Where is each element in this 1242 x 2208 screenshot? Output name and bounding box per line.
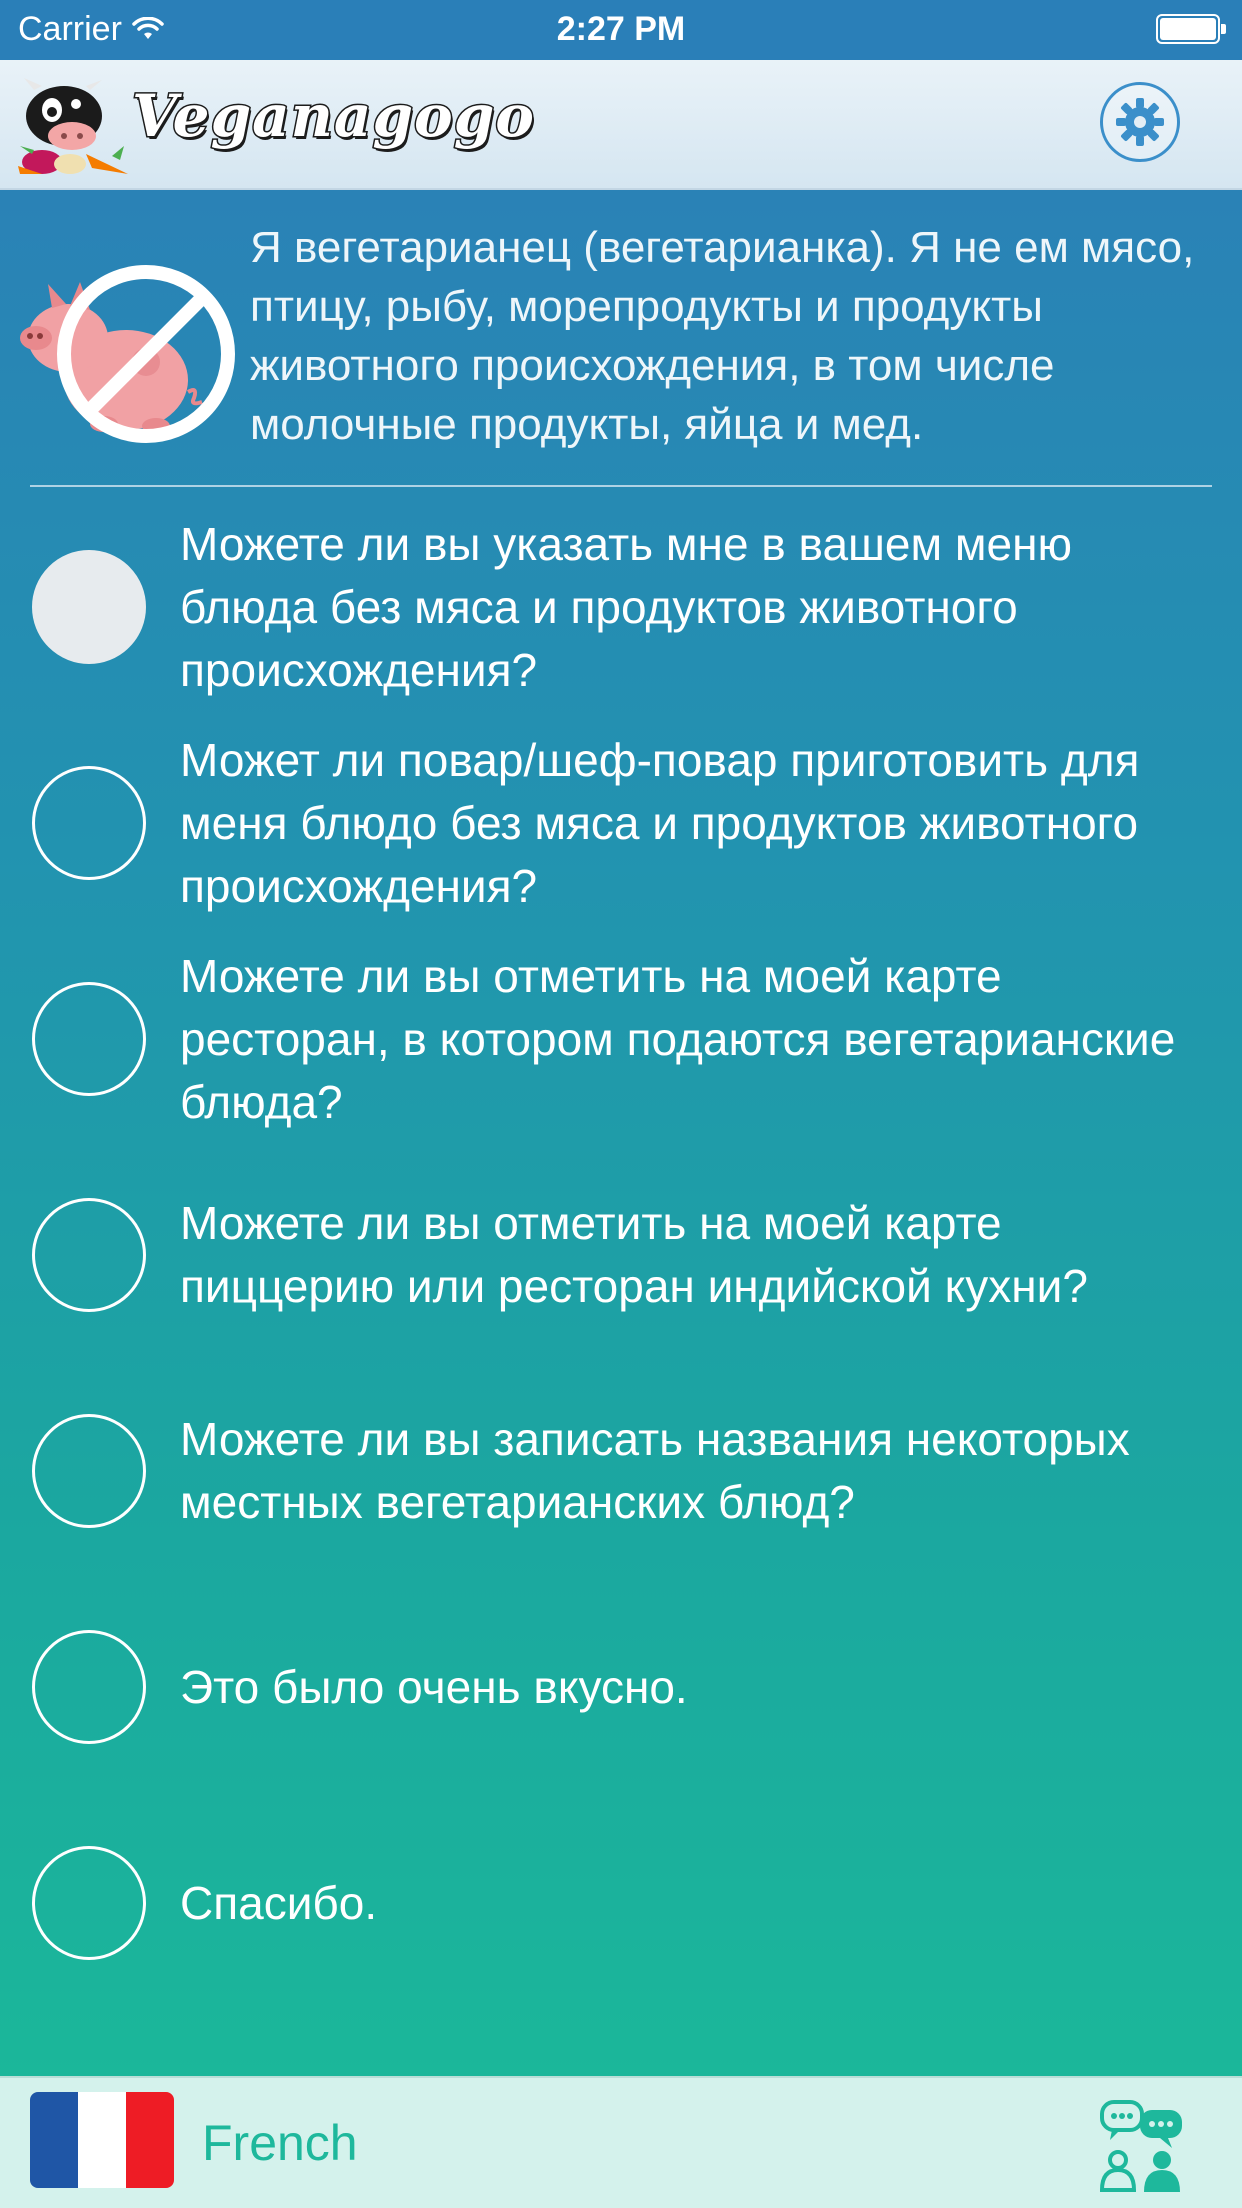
- phrase-text: Можете ли вы записать названия некоторых…: [180, 1413, 1130, 1528]
- conversation-icon[interactable]: [1096, 2098, 1188, 2194]
- app-name-logo: Veganagogo: [131, 81, 536, 152]
- bottom-bar: French: [0, 2076, 1242, 2208]
- phrase-item-4[interactable]: Можете ли вы отметить на моей карте пицц…: [0, 1140, 1242, 1356]
- intro-section: Я вегетарианец (вегетарианка). Я не ем м…: [0, 190, 1242, 487]
- cow-logo-icon: [18, 78, 128, 174]
- phrase-radio[interactable]: [32, 766, 146, 880]
- gear-icon: [1116, 98, 1164, 146]
- phrase-radio[interactable]: [32, 1414, 146, 1528]
- phrase-item-7[interactable]: Спасибо.: [0, 1788, 1242, 2004]
- intro-statement: Я вегетарианец (вегетарианка). Я не ем м…: [250, 223, 1195, 449]
- phrase-text: Можете ли вы указать мне в вашем меню бл…: [180, 517, 1073, 696]
- phrase-radio[interactable]: [32, 1630, 146, 1744]
- phrase-list-screen: Я вегетарианец (вегетарианка). Я не ем м…: [0, 190, 1242, 2076]
- status-bar: Carrier 2:27 PM: [0, 0, 1242, 60]
- phrase-text: Спасибо.: [180, 1876, 378, 1929]
- phrase-radio[interactable]: [32, 982, 146, 1096]
- divider: [30, 485, 1212, 487]
- phrase-item-5[interactable]: Можете ли вы записать названия некоторых…: [0, 1356, 1242, 1572]
- phrase-radio[interactable]: [32, 1846, 146, 1960]
- french-flag-icon[interactable]: [30, 2092, 174, 2188]
- phrase-item-1[interactable]: Можете ли вы указать мне в вашем меню бл…: [0, 492, 1242, 708]
- no-pig-icon: [20, 265, 235, 443]
- phrase-text: Может ли повар/шеф-повар приготовить для…: [180, 733, 1140, 912]
- battery-icon: [1156, 14, 1226, 44]
- status-time: 2:27 PM: [556, 10, 686, 48]
- phrase-text: Это было очень вкусно.: [180, 1660, 688, 1713]
- settings-button[interactable]: [1100, 82, 1180, 162]
- phrase-item-2[interactable]: Может ли повар/шеф-повар приготовить для…: [0, 708, 1242, 924]
- phrase-text: Можете ли вы отметить на моей карте рест…: [180, 949, 1176, 1128]
- phrase-text: Можете ли вы отметить на моей карте пицц…: [180, 1197, 1088, 1312]
- phrase-item-6[interactable]: Это было очень вкусно.: [0, 1572, 1242, 1788]
- phrase-radio[interactable]: [32, 1198, 146, 1312]
- app-header: Veganagogo: [0, 60, 1242, 190]
- phrase-item-3[interactable]: Можете ли вы отметить на моей карте рест…: [0, 924, 1242, 1140]
- phrase-radio-selected[interactable]: [32, 550, 146, 664]
- language-selector[interactable]: French: [202, 2114, 358, 2172]
